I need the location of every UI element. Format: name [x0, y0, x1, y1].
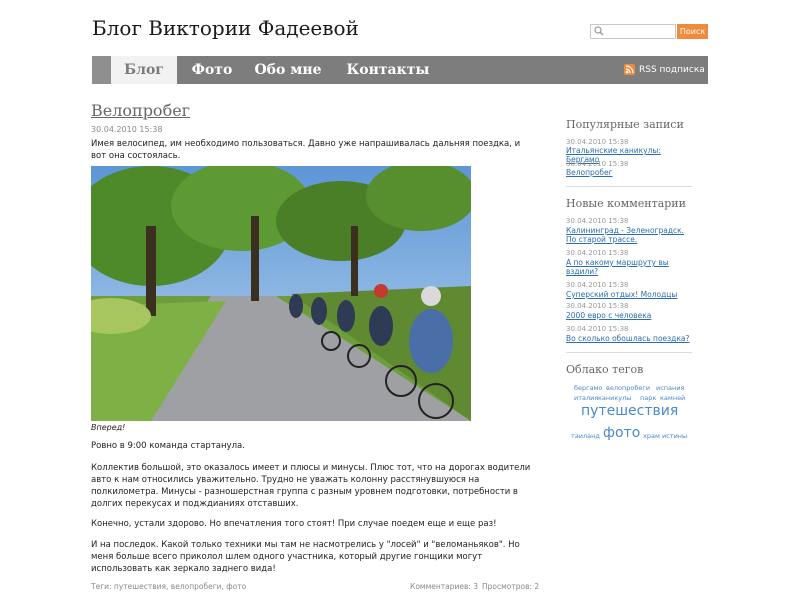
- post-date: 30.04.2010 15:38: [91, 125, 163, 134]
- comment-link[interactable]: Суперский отдых! Молодцы: [566, 290, 696, 299]
- tag-link[interactable]: таиланд: [571, 432, 600, 440]
- nav-cap: [92, 56, 111, 84]
- comment-date: 30.04.2010 15:38: [566, 281, 629, 289]
- comment-link[interactable]: 2000 евро с человека: [566, 311, 696, 320]
- tag-link[interactable]: бергамо: [574, 384, 602, 392]
- popular-posts-heading: Популярные записи: [566, 118, 684, 131]
- sidebar-divider: [566, 352, 692, 353]
- tag-link[interactable]: фото: [603, 425, 640, 441]
- comment-link[interactable]: Калининград - Зеленоградск. По старой тр…: [566, 226, 696, 244]
- post-views-count: Просмотров: 2: [482, 582, 540, 591]
- post-paragraph: Коллектив большой, это оказалось имеет и…: [91, 463, 531, 509]
- popular-post-link[interactable]: Велопробег: [566, 168, 696, 177]
- tag-link[interactable]: парк: [640, 394, 656, 402]
- search-button[interactable]: Поиск: [677, 24, 708, 39]
- rss-label: RSS подписка: [639, 65, 705, 75]
- popular-post-date: 30.04.2010 15:38: [566, 138, 629, 146]
- post-comments-count[interactable]: Комментариев: 3: [410, 582, 478, 591]
- rss-icon: [624, 64, 635, 75]
- tag-link[interactable]: истины: [662, 432, 687, 440]
- tag-link[interactable]: велопробеги: [606, 384, 650, 392]
- comment-date: 30.04.2010 15:38: [566, 249, 629, 257]
- tag-link[interactable]: италия: [574, 394, 598, 402]
- sidebar-divider: [566, 186, 692, 187]
- post-title[interactable]: Велопробег: [91, 101, 190, 120]
- tag-cloud-heading: Облако тегов: [566, 363, 644, 376]
- tag-link[interactable]: испания: [656, 384, 684, 392]
- comment-date: 30.04.2010 15:38: [566, 325, 629, 333]
- nav-item-about[interactable]: Обо мне: [248, 56, 328, 84]
- post-intro: Имея велосипед, им необходимо пользовать…: [91, 139, 521, 161]
- search-input[interactable]: [590, 24, 676, 39]
- main-nav: Блог Фото Обо мне Контакты RSS подписка: [92, 56, 708, 84]
- comment-date: 30.04.2010 15:38: [566, 302, 629, 310]
- post-tags[interactable]: Теги: путешествия, велопробеги, фото: [91, 582, 246, 591]
- tag-link[interactable]: путешествия: [581, 403, 678, 419]
- popular-post-date: 30.04.2010 15:38: [566, 160, 629, 168]
- search-icon: [594, 26, 604, 36]
- nav-item-blog[interactable]: Блог: [111, 56, 177, 84]
- post-paragraph: Ровно в 9:00 команда стартанула.: [91, 441, 245, 451]
- comment-date: 30.04.2010 15:38: [566, 217, 629, 225]
- tag-link[interactable]: храм: [643, 432, 660, 440]
- comment-link[interactable]: А по какому маршруту вы вздили?: [566, 258, 696, 276]
- photo-caption: Вперед!: [91, 423, 126, 432]
- rss-subscribe-link[interactable]: RSS подписка: [624, 64, 705, 76]
- comment-link[interactable]: Во сколько обошлась поездка?: [566, 334, 696, 343]
- post-paragraph: Конечно, устали здорово. Но впечатления …: [91, 519, 497, 529]
- tag-link[interactable]: камней: [660, 394, 685, 402]
- post-paragraph: И на последок. Какой только техники мы т…: [91, 540, 520, 574]
- tag-link[interactable]: каникулы: [598, 394, 631, 402]
- site-title[interactable]: Блог Виктории Фадеевой: [92, 16, 359, 40]
- post-photo-cyclists: [91, 166, 471, 421]
- nav-item-contacts[interactable]: Контакты: [340, 56, 436, 84]
- new-comments-heading: Новые комментарии: [566, 197, 686, 210]
- nav-item-photo[interactable]: Фото: [180, 56, 244, 84]
